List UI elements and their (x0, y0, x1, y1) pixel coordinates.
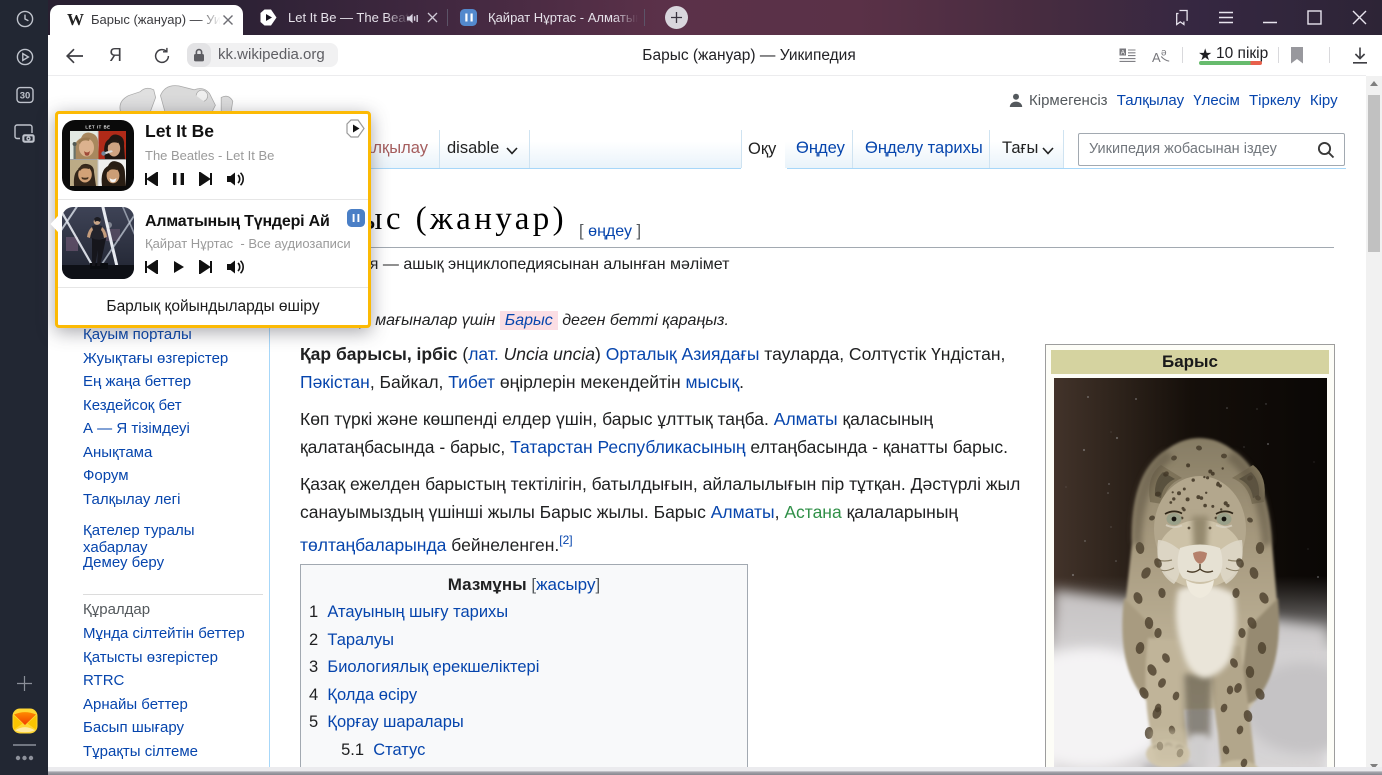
svg-text:30: 30 (20, 91, 31, 102)
svg-text:LET IT BE: LET IT BE (85, 125, 110, 130)
svg-text:A: A (1152, 50, 1161, 65)
svg-text:A: A (1121, 50, 1126, 57)
